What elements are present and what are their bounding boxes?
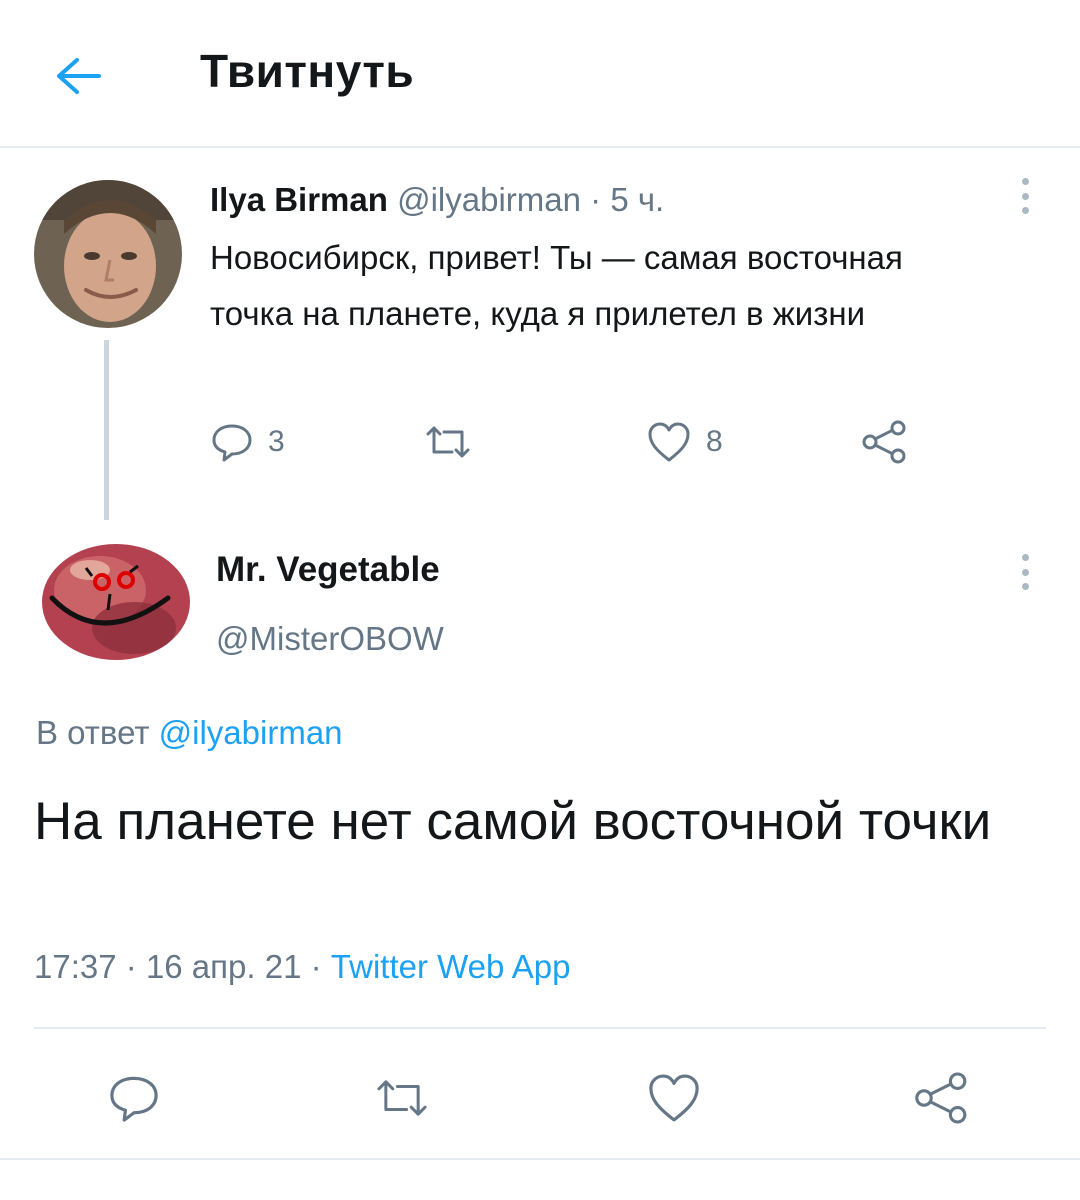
tweet-header: Ilya Birman @ilyabirman · 5 ч. — [210, 180, 664, 220]
dot — [1021, 178, 1029, 185]
heart-icon — [648, 422, 690, 462]
tweet-time[interactable]: 17:37 — [34, 948, 117, 985]
dot — [1021, 568, 1029, 576]
tweet-date[interactable]: 16 апр. 21 — [146, 948, 302, 985]
like-button[interactable]: 8 — [646, 414, 723, 470]
top-bar: Твитнуть — [0, 0, 1080, 148]
reply-button[interactable]: 3 — [210, 414, 285, 470]
avatar[interactable] — [30, 540, 194, 664]
share-button[interactable] — [912, 1068, 972, 1128]
separator: · — [590, 181, 602, 218]
tweet-text: На планете нет самой восточной точки — [34, 792, 992, 851]
reply-prefix: В ответ — [36, 714, 150, 751]
retweet-button[interactable] — [372, 1068, 432, 1128]
page-title: Твитнуть — [200, 45, 415, 97]
dot — [1021, 192, 1029, 200]
tweet-source-link[interactable]: Twitter Web App — [331, 948, 571, 985]
heart-icon — [649, 1074, 699, 1122]
reply-context: В ответ @ilyabirman — [36, 714, 343, 752]
divider — [34, 1027, 1046, 1029]
reply-count: 3 — [268, 425, 285, 458]
retweet-icon — [426, 426, 470, 458]
arrow-left-icon — [57, 58, 101, 94]
like-button[interactable] — [644, 1068, 704, 1128]
retweet-button[interactable] — [422, 414, 474, 470]
reply-handle-link[interactable]: @ilyabirman — [159, 714, 343, 751]
author-name[interactable]: Mr. Vegetable — [216, 550, 440, 590]
tweet-actions: 3 8 — [210, 414, 930, 470]
separator: · — [125, 948, 137, 985]
share-icon — [915, 1072, 967, 1124]
tweet-time[interactable]: 5 ч. — [610, 181, 664, 218]
dot — [1021, 583, 1029, 590]
author-name[interactable]: Ilya Birman — [210, 181, 388, 218]
dot — [1021, 554, 1029, 561]
avatar[interactable] — [34, 180, 182, 328]
retweet-icon — [377, 1080, 427, 1116]
reply-button[interactable] — [104, 1068, 164, 1128]
more-options-button[interactable] — [1010, 548, 1040, 596]
more-options-button[interactable] — [1010, 172, 1040, 220]
reply-icon — [110, 1076, 158, 1122]
like-count: 8 — [706, 425, 723, 458]
tweet-text: Новосибирск, привет! Ты — самая восточна… — [210, 239, 903, 332]
share-button[interactable] — [860, 414, 910, 470]
author-handle[interactable]: @ilyabirman — [397, 181, 581, 218]
back-button[interactable] — [50, 48, 106, 104]
tweet-meta: 17:37 · 16 апр. 21 · Twitter Web App — [34, 948, 570, 986]
separator: · — [310, 948, 322, 985]
thread-connector — [104, 340, 109, 520]
divider — [0, 1158, 1080, 1160]
reply-icon — [212, 424, 252, 462]
share-icon — [862, 420, 906, 464]
dot — [1021, 207, 1029, 214]
author-handle[interactable]: @MisterOBOW — [216, 620, 444, 658]
